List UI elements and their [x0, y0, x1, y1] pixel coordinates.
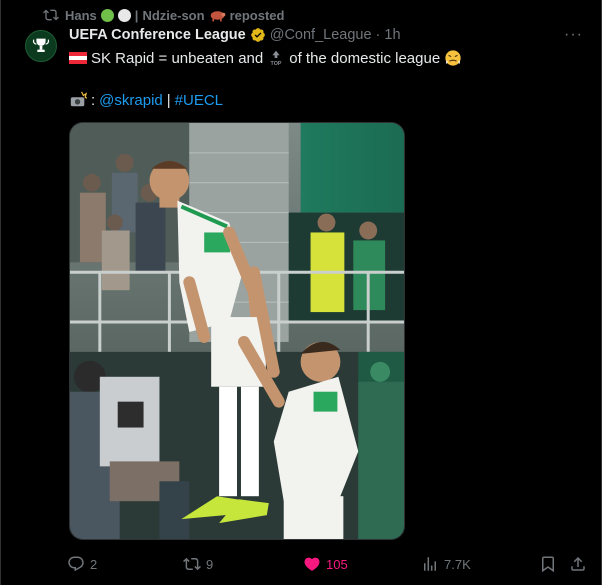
- reply-button[interactable]: 2: [67, 553, 97, 575]
- hashtag-link[interactable]: #UECL: [175, 92, 223, 109]
- avatar[interactable]: [25, 30, 57, 62]
- views-button[interactable]: 7.7K: [421, 553, 471, 575]
- tweet-text-part-1: SK Rapid = unbeaten and: [91, 49, 264, 67]
- tweet-image[interactable]: [69, 122, 405, 540]
- tweet-text-line-2: : @skrapid | #UECL: [69, 91, 223, 109]
- white-circle-icon: [117, 8, 131, 22]
- more-icon[interactable]: ···: [564, 26, 583, 44]
- top-icon: TOP: [271, 50, 282, 67]
- tweet-time[interactable]: 1h: [384, 27, 400, 43]
- svg-text:TOP: TOP: [271, 61, 282, 67]
- photo-players-celebrating: [70, 123, 404, 539]
- repost-icon: [43, 9, 59, 21]
- reply-icon: [68, 556, 84, 572]
- reply-count: 2: [90, 556, 98, 572]
- share-button[interactable]: [569, 553, 587, 575]
- tweet-text-colon: :: [91, 91, 96, 109]
- tweet-card[interactable]: Hans | Ndzie-son reposted UEFA Conferenc…: [0, 0, 602, 585]
- tweet-text-line-1: SK Rapid = unbeaten and TOP of the domes…: [69, 49, 462, 67]
- views-count: 7.7K: [444, 556, 471, 572]
- tweet-text-pipe: |: [166, 91, 171, 109]
- avatar-logo-icon: [32, 38, 50, 52]
- repost-separator: |: [134, 7, 139, 23]
- repost-user-link[interactable]: Hans: [65, 8, 97, 23]
- repost-second-user[interactable]: Ndzie-son: [142, 8, 204, 23]
- repost-button[interactable]: 9: [183, 553, 213, 575]
- bookmark-icon: [542, 556, 554, 573]
- tweet-header: UEFA Conference League @Conf_League · 1h: [69, 27, 401, 43]
- bookmark-button[interactable]: [539, 553, 557, 575]
- author-name[interactable]: UEFA Conference League: [69, 27, 246, 43]
- pig-icon: [210, 10, 225, 21]
- views-icon: [424, 557, 436, 571]
- like-button[interactable]: 105: [303, 553, 348, 575]
- repost-attribution: Hans | Ndzie-son reposted: [43, 6, 284, 24]
- angry-face-icon: [445, 50, 461, 66]
- camera-flash-icon: [70, 91, 87, 107]
- flag-austria-icon: [69, 52, 87, 64]
- mention-link[interactable]: @skrapid: [99, 92, 163, 109]
- heart-icon: [304, 557, 320, 571]
- repost-suffix: reposted: [229, 7, 285, 23]
- verified-icon[interactable]: [250, 27, 266, 43]
- green-circle-icon: [100, 8, 114, 22]
- author-handle[interactable]: @Conf_League: [270, 27, 372, 43]
- repost-count: 9: [206, 556, 214, 572]
- tweet-text-part-2: of the domestic league: [289, 49, 441, 67]
- time-separator: ·: [375, 27, 381, 43]
- share-icon: [571, 556, 585, 571]
- tweet-actions: 2 9 105 7.7K: [67, 553, 587, 575]
- like-count: 105: [326, 556, 348, 572]
- repost-icon: [183, 557, 201, 571]
